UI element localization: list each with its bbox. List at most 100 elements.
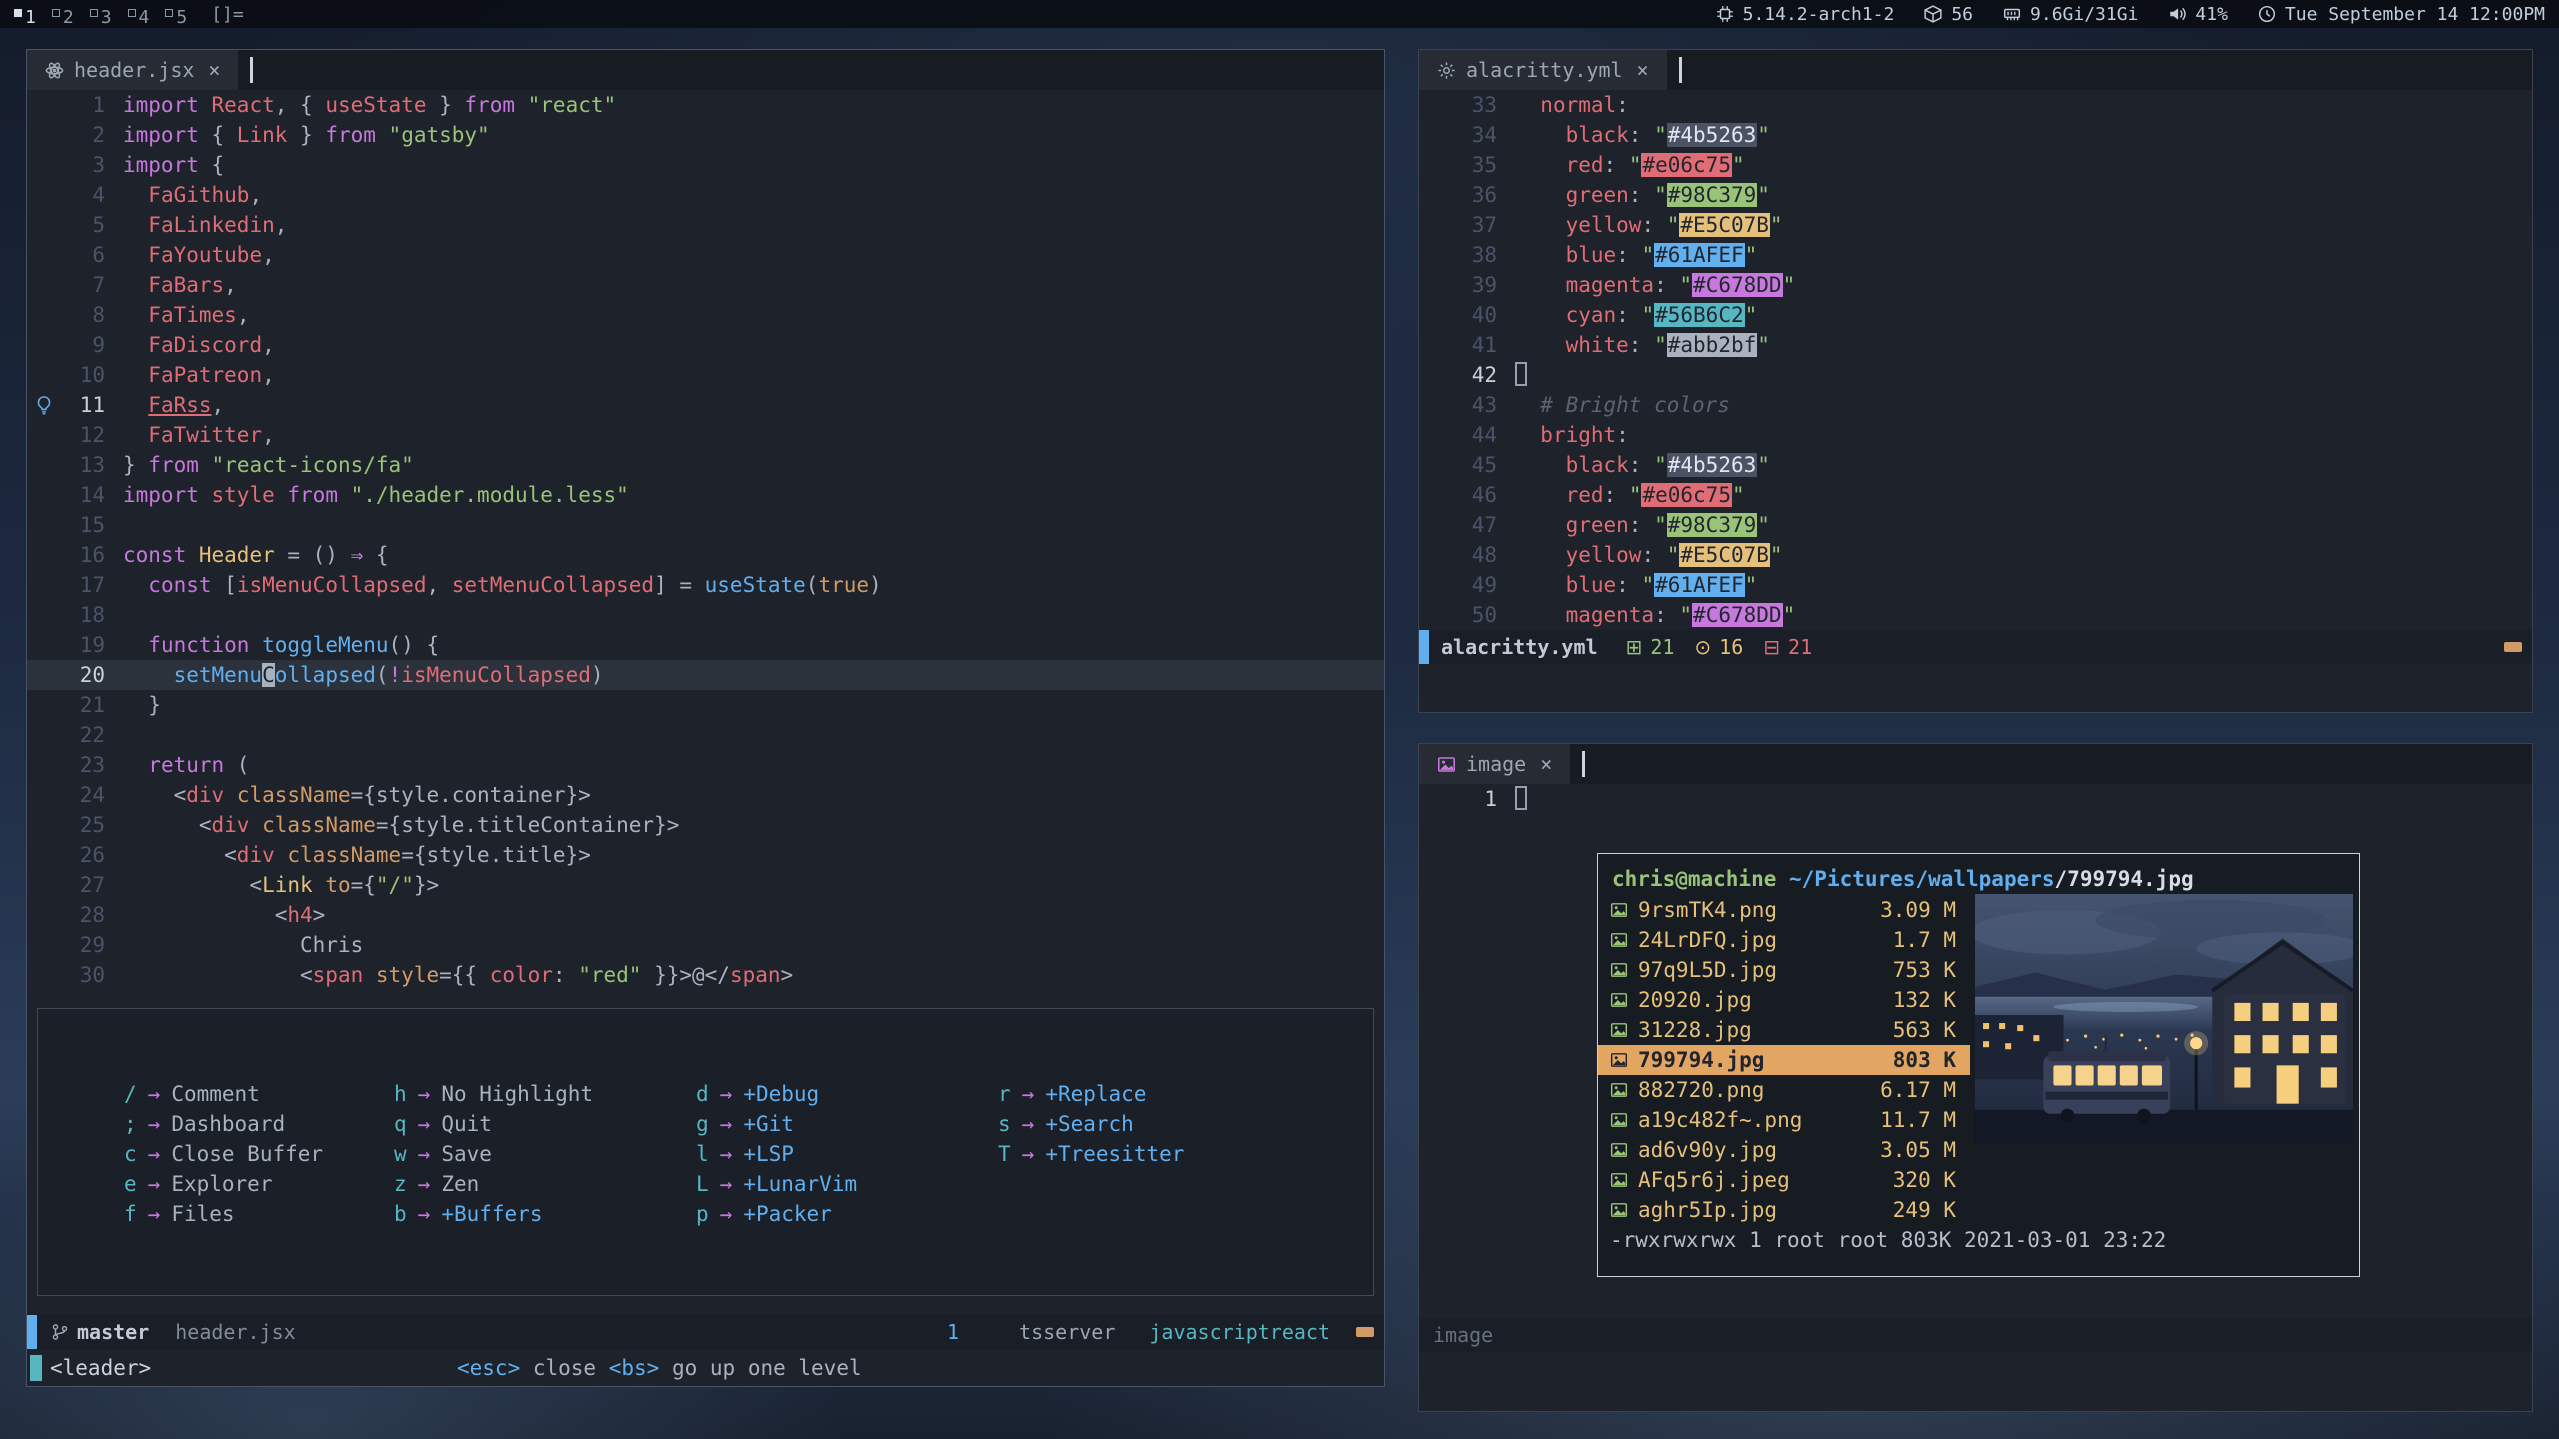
- close-icon[interactable]: ×: [208, 58, 220, 82]
- code-line[interactable]: 13} from "react-icons/fa": [27, 450, 1384, 480]
- code-line[interactable]: 28 <h4>: [27, 900, 1384, 930]
- code-line[interactable]: 16const Header = () ⇒ {: [27, 540, 1384, 570]
- code-line[interactable]: 47 green: "#98C379": [1419, 510, 2532, 540]
- status-kernel: 5.14.2-arch1-2: [1716, 4, 1895, 25]
- workspace-tag-5[interactable]: 5: [165, 7, 187, 28]
- code-buffer[interactable]: 1import React, { useState } from "react"…: [27, 90, 1384, 990]
- code-line[interactable]: 7 FaBars,: [27, 270, 1384, 300]
- code-token: useState: [705, 573, 806, 597]
- code-line[interactable]: 33 normal:: [1419, 90, 2532, 120]
- workspace-tag-3[interactable]: 3: [90, 7, 112, 28]
- code-line[interactable]: 37 yellow: "#E5C07B": [1419, 210, 2532, 240]
- tab-image[interactable]: image ×: [1419, 744, 1570, 784]
- workspace-tag-4[interactable]: 4: [128, 7, 150, 28]
- file-row[interactable]: 20920.jpg132 K: [1598, 985, 1970, 1015]
- file-row[interactable]: a19c482f~.png11.7 M: [1598, 1105, 1970, 1135]
- code-line[interactable]: 45 black: "#4b5263": [1419, 450, 2532, 480]
- code-token: className: [262, 813, 376, 837]
- workspace-tag-1[interactable]: 1: [14, 7, 36, 28]
- which-key-item: w→Save: [394, 1139, 593, 1169]
- code-line[interactable]: 23 return (: [27, 750, 1384, 780]
- code-token: ": [1745, 573, 1758, 597]
- code-line[interactable]: 40 cyan: "#56B6C2": [1419, 300, 2532, 330]
- code-line[interactable]: 42: [1419, 360, 2532, 390]
- code-line[interactable]: 35 red: "#e06c75": [1419, 150, 2532, 180]
- code-line[interactable]: 5 FaLinkedin,: [27, 210, 1384, 240]
- code-line[interactable]: 12 FaTwitter,: [27, 420, 1384, 450]
- code-line[interactable]: 49 blue: "#61AFEF": [1419, 570, 2532, 600]
- line-number: 8: [61, 300, 105, 330]
- code-line[interactable]: 29 Chris: [27, 930, 1384, 960]
- code-line[interactable]: 1: [1419, 784, 2532, 814]
- code-line[interactable]: 18: [27, 600, 1384, 630]
- code-line[interactable]: 25 <div className={style.titleContainer}…: [27, 810, 1384, 840]
- code-token: :: [1604, 153, 1629, 177]
- code-buffer[interactable]: 33 normal:34 black: "#4b5263"35 red: "#e…: [1419, 90, 2532, 630]
- code-line[interactable]: 10 FaPatreon,: [27, 360, 1384, 390]
- file-row[interactable]: AFq5r6j.jpeg320 K: [1598, 1165, 1970, 1195]
- code-line[interactable]: 4 FaGithub,: [27, 180, 1384, 210]
- code-line[interactable]: 27 <Link to={"/"}>: [27, 870, 1384, 900]
- code-line[interactable]: 38 blue: "#61AFEF": [1419, 240, 2532, 270]
- code-token: , {: [275, 93, 326, 117]
- code-line[interactable]: 24 <div className={style.container}>: [27, 780, 1384, 810]
- line-number: 17: [61, 570, 105, 600]
- code-line[interactable]: 30 <span style={{ color: "red" }}>@</spa…: [27, 960, 1384, 990]
- file-row[interactable]: 24LrDFQ.jpg1.7 M: [1598, 925, 1970, 955]
- code-token: >: [313, 903, 326, 927]
- code-line[interactable]: 22: [27, 720, 1384, 750]
- code-line[interactable]: 36 green: "#98C379": [1419, 180, 2532, 210]
- file-row[interactable]: 97q9L5D.jpg753 K: [1598, 955, 1970, 985]
- code-buffer[interactable]: 1: [1419, 784, 2532, 814]
- code-line[interactable]: 15: [27, 510, 1384, 540]
- file-row[interactable]: 882720.png6.17 M: [1598, 1075, 1970, 1105]
- code-line[interactable]: 14import style from "./header.module.les…: [27, 480, 1384, 510]
- code-line[interactable]: 2import { Link } from "gatsby": [27, 120, 1384, 150]
- code-line[interactable]: 6 FaYoutube,: [27, 240, 1384, 270]
- tab-alacritty-yml[interactable]: alacritty.yml ×: [1419, 50, 1667, 90]
- terminal-window-image: image × 1 chris@machine ~/Pictures/wallp…: [1418, 743, 2533, 1412]
- code-line[interactable]: 46 red: "#e06c75": [1419, 480, 2532, 510]
- code-line[interactable]: 26 <div className={style.title}>: [27, 840, 1384, 870]
- lightbulb-icon[interactable]: [27, 395, 61, 415]
- line-number: 39: [1453, 270, 1497, 300]
- code-line[interactable]: 17 const [isMenuCollapsed, setMenuCollap…: [27, 570, 1384, 600]
- line-number: 50: [1453, 600, 1497, 630]
- code-token: #98C379: [1667, 513, 1758, 537]
- code-line[interactable]: 50 magenta: "#C678DD": [1419, 600, 2532, 630]
- file-row[interactable]: 9rsmTK4.png3.09 M: [1598, 895, 1970, 925]
- lsp-server: tsserver: [1019, 1320, 1115, 1344]
- code-line[interactable]: 11 FaRss,: [27, 390, 1384, 420]
- code-line[interactable]: 21 }: [27, 690, 1384, 720]
- which-key-item: l→+LSP: [696, 1139, 857, 1169]
- tab-header-jsx[interactable]: header.jsx ×: [27, 50, 238, 90]
- code-token: true: [818, 573, 869, 597]
- code-line[interactable]: 9 FaDiscord,: [27, 330, 1384, 360]
- code-token: yellow: [1566, 543, 1642, 567]
- file-row[interactable]: aghr5Ip.jpg249 K: [1598, 1195, 1970, 1225]
- code-line[interactable]: 39 magenta: "#C678DD": [1419, 270, 2532, 300]
- file-row[interactable]: 799794.jpg803 K: [1598, 1045, 1970, 1075]
- file-row[interactable]: 31228.jpg563 K: [1598, 1015, 1970, 1045]
- close-icon[interactable]: ×: [1637, 58, 1649, 82]
- line-number: 42: [1453, 360, 1497, 390]
- code-line[interactable]: 1import React, { useState } from "react": [27, 90, 1384, 120]
- code-line[interactable]: 43 # Bright colors: [1419, 390, 2532, 420]
- code-line[interactable]: 44 bright:: [1419, 420, 2532, 450]
- code-token: Chris: [123, 933, 363, 957]
- code-line[interactable]: 8 FaTimes,: [27, 300, 1384, 330]
- code-line[interactable]: 41 white: "#abb2bf": [1419, 330, 2532, 360]
- code-line[interactable]: 3import {: [27, 150, 1384, 180]
- code-token: from: [464, 93, 515, 117]
- file-name: 20920.jpg: [1638, 988, 1844, 1012]
- command-line: <leader> <esc> close <bs> go up one leve…: [27, 1349, 1384, 1386]
- workspace-tag-2[interactable]: 2: [52, 7, 74, 28]
- code-line[interactable]: 34 black: "#4b5263": [1419, 120, 2532, 150]
- close-icon[interactable]: ×: [1540, 752, 1552, 776]
- code-line[interactable]: 48 yellow: "#E5C07B": [1419, 540, 2532, 570]
- code-line[interactable]: 19 function toggleMenu() {: [27, 630, 1384, 660]
- code-line[interactable]: 20 setMenuCollapsed(!isMenuCollapsed): [27, 660, 1384, 690]
- git-modified-icon: ⊙: [1694, 635, 1711, 659]
- layout-indicator[interactable]: []=: [211, 4, 244, 25]
- file-row[interactable]: ad6v90y.jpg3.05 M: [1598, 1135, 1970, 1165]
